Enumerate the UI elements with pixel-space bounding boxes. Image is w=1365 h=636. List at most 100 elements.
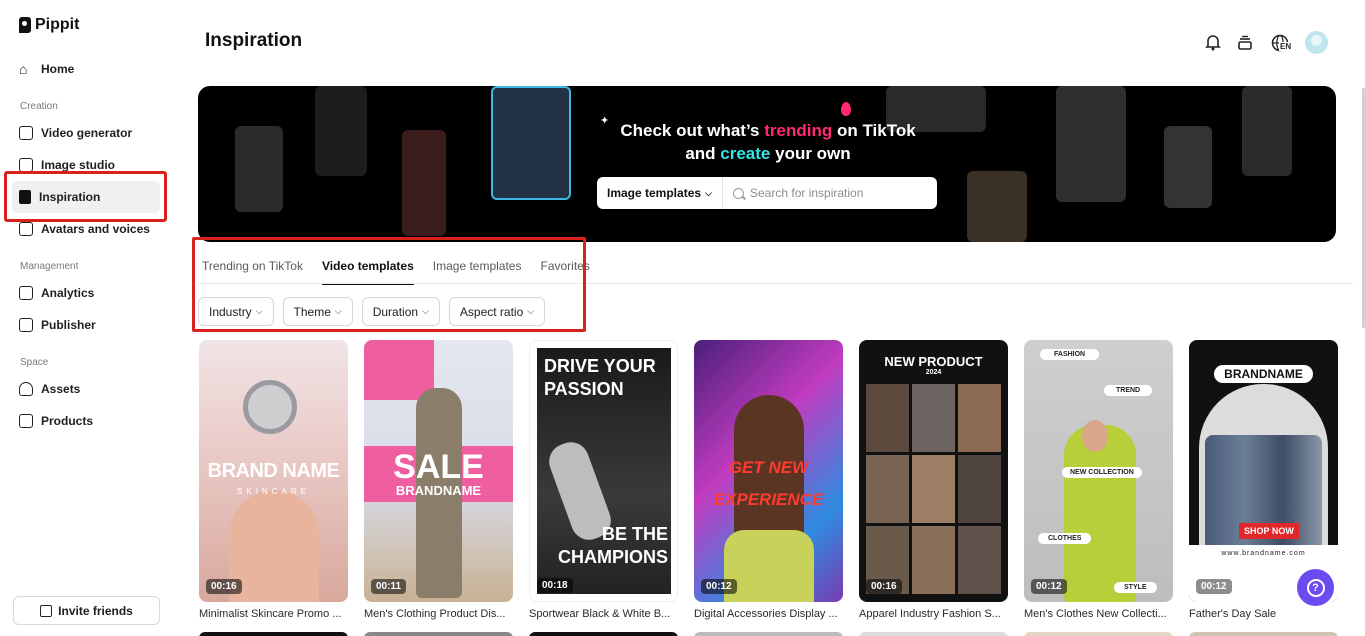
sidebar-item-label: Avatars and voices — [41, 222, 150, 236]
sidebar-item-label: Image studio — [41, 158, 116, 172]
template-thumbnail: BRAND NAME SKINCARE 00:16 — [199, 340, 348, 602]
image-icon — [19, 158, 33, 172]
card-overlay-text: SALE — [393, 448, 484, 486]
card-overlay-text: BRANDNAME — [1214, 365, 1313, 383]
banner-accent-create: create — [720, 144, 771, 163]
template-card[interactable]: FASHION TREND NEW COLLECTION CLOTHES STY… — [1024, 340, 1173, 620]
chart-icon — [19, 286, 33, 300]
card-overlay-text: DRIVE YOUR PASSION — [544, 356, 656, 399]
next-card-peek — [1024, 632, 1173, 636]
sidebar-item-label: Analytics — [41, 286, 95, 300]
next-card-peek — [199, 632, 348, 636]
duration-badge: 00:16 — [866, 579, 902, 594]
search-icon — [733, 187, 744, 199]
card-overlay-subtext: 2024 — [925, 369, 942, 376]
language-code: EN — [1279, 41, 1293, 51]
sidebar-item-products[interactable]: Products — [12, 405, 160, 437]
banner-text: your own — [770, 144, 851, 163]
card-overlay-subtext: EXPERIENCE — [713, 490, 824, 509]
template-thumbnail: GET NEW EXPERIENCE 00:12 — [694, 340, 843, 602]
sidebar-item-label: Video generator — [41, 126, 133, 140]
question-icon: ? — [1306, 578, 1325, 597]
banner-decor — [315, 86, 367, 176]
drop-icon — [841, 102, 851, 116]
banner-decor — [967, 171, 1027, 242]
help-button[interactable]: ? — [1297, 569, 1334, 606]
app-logo[interactable]: Pippit — [19, 16, 79, 34]
template-thumbnail: BRANDNAME SHOP NOW www.brandname.com 00:… — [1189, 340, 1338, 602]
banner-decor — [1242, 86, 1292, 176]
duration-badge: 00:16 — [206, 579, 242, 594]
template-thumbnail: DRIVE YOUR PASSION BE THE CHAMPIONS 00:1… — [529, 340, 678, 602]
card-title: Minimalist Skincare Promo ... — [199, 608, 342, 620]
app-name: Pippit — [35, 16, 80, 33]
banner-headline: Check out what’s trending on TikTok and … — [598, 119, 938, 165]
card-overlay-subtext: BRANDNAME — [395, 483, 482, 498]
shop-now-badge: SHOP NOW — [1239, 523, 1299, 539]
template-card[interactable]: NEW PRODUCT 2024 00:16 Apparel Industry … — [859, 340, 1008, 620]
chevron-down-icon: ⌵ — [705, 187, 712, 198]
card-overlay-text: NEW PRODUCT — [884, 354, 983, 369]
user-avatar[interactable] — [1305, 31, 1328, 54]
invite-label: Invite friends — [58, 603, 133, 618]
banner-text: Check out what’s — [620, 121, 765, 140]
people-graphic — [1205, 435, 1322, 560]
card-title: Father's Day Sale — [1189, 608, 1277, 620]
template-type-select[interactable]: Image templates ⌵ — [597, 177, 723, 209]
template-thumbnail: NEW PRODUCT 2024 00:16 — [859, 340, 1008, 602]
gift-icon — [40, 604, 53, 617]
card-title: Digital Accessories Display ... — [694, 608, 838, 620]
banner-decor — [1164, 126, 1212, 208]
template-card[interactable]: SALE BRANDNAME 00:11 Men's Clothing Prod… — [364, 340, 513, 620]
sidebar-item-publisher[interactable]: Publisher — [12, 309, 160, 341]
card-overlay-text: GET NEW — [728, 458, 809, 477]
face-graphic — [229, 490, 319, 602]
bell-icon[interactable] — [1203, 33, 1223, 53]
card-overlay-subtext: SKINCARE — [237, 487, 310, 496]
template-card[interactable]: BRAND NAME SKINCARE 00:16 Minimalist Ski… — [199, 340, 348, 620]
next-card-peek — [1189, 632, 1338, 636]
template-card[interactable]: GET NEW EXPERIENCE 00:12 Digital Accesso… — [694, 340, 843, 620]
product-jar-graphic — [243, 380, 297, 434]
card-overlay-text: BRAND NAME — [207, 460, 340, 482]
tag-style: STYLE — [1114, 582, 1157, 593]
globe-en-icon[interactable]: EN — [1267, 33, 1293, 53]
card-title: Men's Clothes New Collecti... — [1024, 608, 1167, 620]
banner-decor — [235, 126, 283, 212]
tag-trend: TREND — [1104, 385, 1153, 396]
grid-photo — [912, 455, 955, 523]
duration-badge: 00:18 — [537, 578, 573, 593]
banner-text: and — [685, 144, 721, 163]
person-graphic — [1064, 425, 1136, 602]
sidebar-item-video-generator[interactable]: Video generator — [12, 117, 160, 149]
banner-decor — [491, 86, 571, 200]
grid-photo — [958, 455, 1001, 523]
search-placeholder: Search for inspiration — [750, 186, 864, 200]
section-management: Management — [20, 261, 79, 272]
search-input[interactable]: Search for inspiration — [723, 177, 937, 209]
grid-photo — [866, 384, 909, 452]
video-plus-icon — [19, 126, 33, 140]
banner-decor — [1056, 86, 1126, 202]
card-overlay-url: www.brandname.com — [1221, 550, 1306, 557]
inspiration-search: Image templates ⌵ Search for inspiration — [597, 177, 937, 209]
invite-friends-button[interactable]: Invite friends — [13, 596, 160, 625]
home-icon: ⌂ — [19, 61, 28, 77]
stack-icon[interactable] — [1235, 33, 1255, 53]
duration-badge: 00:12 — [701, 579, 737, 594]
photo-grid — [866, 384, 1001, 594]
card-overlay-subtext: BE THE CHAMPIONS — [557, 524, 668, 567]
template-card[interactable]: DRIVE YOUR PASSION BE THE CHAMPIONS 00:1… — [529, 340, 678, 620]
banner-text: on TikTok — [832, 121, 916, 140]
sidebar-item-assets[interactable]: Assets — [12, 373, 160, 405]
tag-new-collection: NEW COLLECTION — [1062, 467, 1142, 478]
avatar-voice-icon — [19, 222, 33, 236]
duration-badge: 00:11 — [371, 579, 407, 594]
calendar-icon — [19, 318, 33, 332]
grid-photo — [866, 455, 909, 523]
template-thumbnail: FASHION TREND NEW COLLECTION CLOTHES STY… — [1024, 340, 1173, 602]
sidebar-item-home[interactable]: ⌂ Home — [12, 53, 160, 85]
sidebar-item-analytics[interactable]: Analytics — [12, 277, 160, 309]
sidebar: Pippit ⌂ Home Creation Video generator I… — [0, 0, 176, 636]
cloud-icon — [19, 382, 33, 396]
